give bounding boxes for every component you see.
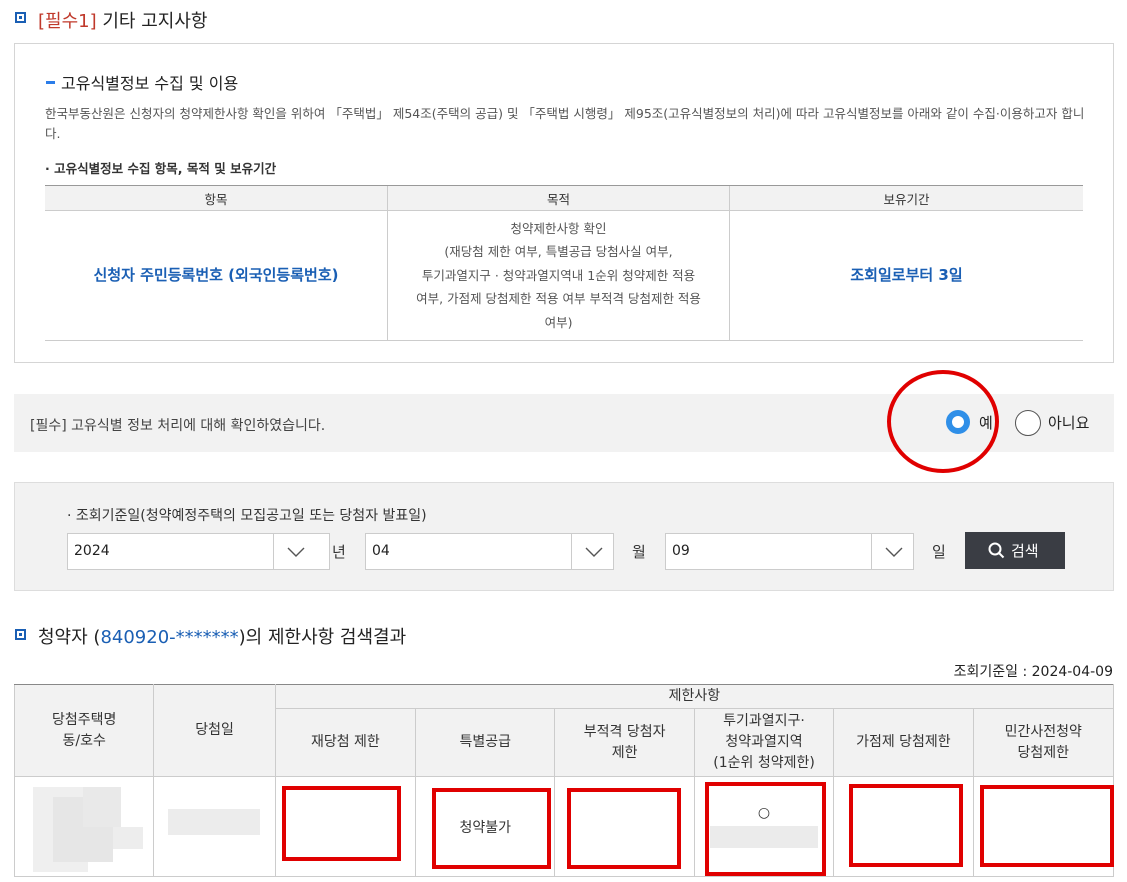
notice-description: 한국부동산원은 신청자의 청약제한사항 확인을 위하여 「주택법」 제54조(주… — [45, 106, 1085, 141]
annotation-box — [980, 785, 1114, 867]
notice-subtitle: 고유식별정보 수집 및 이용 — [61, 74, 239, 93]
header-house: 당첨주택명 동/호수 — [13, 684, 155, 777]
search-panel: · 조회기준일(청약예정주택의 모집공고일 또는 당첨자 발표일) 2024 년… — [14, 482, 1114, 591]
purpose-line: 여부, 가점제 당첨제한 적용 여부 부적격 당첨제한 적용 — [416, 291, 701, 307]
annotation-circle — [887, 370, 999, 473]
chevron-down-icon — [885, 547, 903, 557]
blurred-win-date — [168, 809, 260, 835]
result-title-suffix: )의 제한사항 검색결과 — [238, 627, 407, 648]
header-rewin: 재당첨 제한 — [274, 708, 417, 777]
annotation-box — [567, 788, 681, 869]
header-special-supply: 특별공급 — [415, 708, 556, 777]
confirm-text-body: 고유식별 정보 처리에 대해 확인하였습니다. — [71, 418, 326, 434]
retention-cell: 조회일로부터 3일 — [729, 210, 1083, 341]
header-restrictions: 제한사항 — [274, 684, 1115, 709]
result-title: 청약자 (840920-*******)의 제한사항 검색결과 — [38, 623, 406, 649]
annotation-box — [705, 782, 826, 876]
notice-box: 고유식별정보 수집 및 이용 한국부동산원은 신청자의 청약제한사항 확인을 위… — [14, 43, 1114, 363]
blurred-house-name — [33, 787, 143, 872]
day-value: 09 — [672, 543, 690, 559]
required-tag: [필수1] — [38, 11, 97, 32]
header-overheated: 투기과열지구· 청약과열지역 (1순위 청약제한) — [693, 708, 835, 777]
no-label[interactable]: 아니요 — [1048, 412, 1089, 433]
col-item: 항목 — [45, 185, 388, 211]
purpose-line: 청약제한사항 확인 — [510, 220, 607, 236]
annotation-box — [282, 786, 401, 861]
annotation-box — [849, 784, 963, 867]
purpose-cell: 청약제한사항 확인 (재당첨 제한 여부, 특별공급 당첨사실 여부, 투기과열… — [387, 210, 730, 341]
purpose-line: 여부) — [544, 314, 573, 330]
search-button-label: 검색 — [1011, 542, 1039, 560]
header-win-date: 당첨일 — [153, 684, 276, 777]
result-title-prefix: 청약자 ( — [38, 627, 101, 648]
purpose-line: 투기과열지구 · 청약과열지역내 1순위 청약제한 적용 — [421, 267, 696, 283]
table-row: 신청자 주민등록번호 (외국인등록번호) 청약제한사항 확인 (재당첨 제한 여… — [45, 210, 1083, 341]
notice-bullet: · 고유식별정보 수집 항목, 목적 및 보유기간 — [45, 161, 277, 176]
month-select[interactable]: 04 — [365, 533, 614, 570]
item-cell: 신청자 주민등록번호 (외국인등록번호) — [45, 210, 388, 341]
search-icon — [988, 542, 1005, 559]
col-purpose: 목적 — [387, 185, 730, 211]
year-unit: 년 — [332, 543, 346, 561]
month-value: 04 — [372, 543, 390, 559]
confirm-required-tag: [필수] — [30, 418, 67, 434]
month-unit: 월 — [632, 543, 646, 561]
id-info-table: 항목 목적 보유기간 신청자 주민등록번호 (외국인등록번호) 청약제한사항 확… — [45, 185, 1083, 341]
day-unit: 일 — [932, 543, 946, 561]
search-label: · 조회기준일(청약예정주택의 모집공고일 또는 당첨자 발표일) — [67, 508, 427, 524]
section-title-text: 기타 고지사항 — [102, 11, 208, 32]
table-header-row: 당첨주택명 동/호수 당첨일 제한사항 — [13, 684, 1115, 777]
day-select[interactable]: 09 — [665, 533, 914, 570]
retention-value: 조회일로부터 3일 — [850, 265, 963, 284]
year-select[interactable]: 2024 — [67, 533, 330, 570]
header-point-system: 가점제 당첨제한 — [833, 708, 974, 777]
section-title: [필수1] 기타 고지사항 — [38, 7, 207, 33]
purpose-line: (재당첨 제한 여부, 특별공급 당첨사실 여부, — [444, 244, 673, 260]
subtitle-dash-icon — [46, 81, 55, 84]
ref-date: 조회기준일 : 2024-04-09 — [953, 664, 1113, 680]
col-retention: 보유기간 — [729, 185, 1083, 211]
chevron-down-icon — [287, 547, 305, 557]
year-value: 2024 — [74, 543, 110, 559]
confirm-text: [필수] 고유식별 정보 처리에 대해 확인하였습니다. — [30, 415, 325, 435]
annotation-box — [432, 788, 551, 869]
search-button[interactable]: 검색 — [965, 532, 1065, 569]
section-square-icon — [15, 12, 26, 23]
header-private-presale: 민간사전청약 당첨제한 — [972, 708, 1115, 777]
masked-id: 840920-******* — [100, 627, 239, 648]
table-header-row: 항목 목적 보유기간 — [45, 185, 1083, 211]
no-radio[interactable] — [1015, 410, 1041, 436]
header-ineligible: 부적격 당첨자 제한 — [554, 708, 695, 777]
result-square-icon — [15, 629, 26, 640]
item-value: 신청자 주민등록번호 (외국인등록번호) — [93, 265, 339, 284]
chevron-down-icon — [585, 547, 603, 557]
